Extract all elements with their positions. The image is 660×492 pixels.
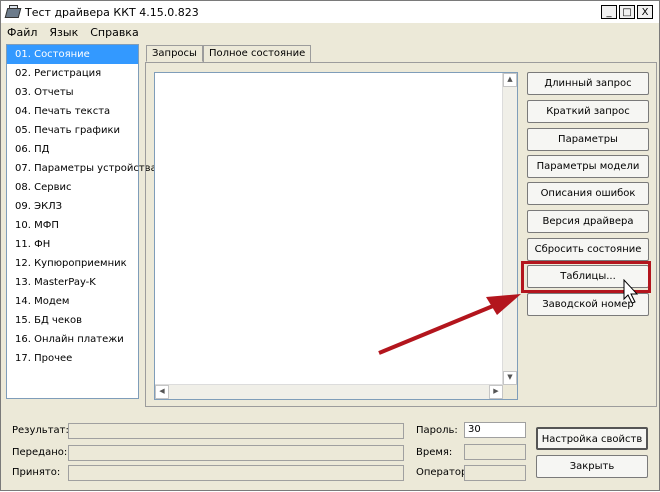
operator-label: Оператор: (416, 467, 471, 478)
password-label: Пароль: (416, 425, 458, 436)
sent-label: Передано: (12, 447, 68, 458)
received-label: Принято: (12, 467, 61, 478)
app-window: Тест драйвера ККТ 4.15.0.823 _ □ X Файл … (0, 0, 660, 491)
mouse-cursor-icon (623, 279, 639, 304)
result-label: Результат: (12, 425, 69, 436)
password-input[interactable]: 30 (464, 422, 526, 438)
operator-field (464, 465, 526, 481)
close-button[interactable]: Закрыть (536, 455, 648, 478)
status-panel: Результат: Передано: Принято: Пароль: 30… (6, 411, 656, 489)
sent-field (68, 445, 404, 461)
time-label: Время: (416, 447, 453, 458)
settings-button[interactable]: Настройка свойств (536, 427, 648, 450)
tab-requests[interactable]: Запросы (146, 45, 203, 62)
time-field (464, 444, 526, 460)
result-field (68, 423, 404, 439)
received-field (68, 465, 404, 481)
